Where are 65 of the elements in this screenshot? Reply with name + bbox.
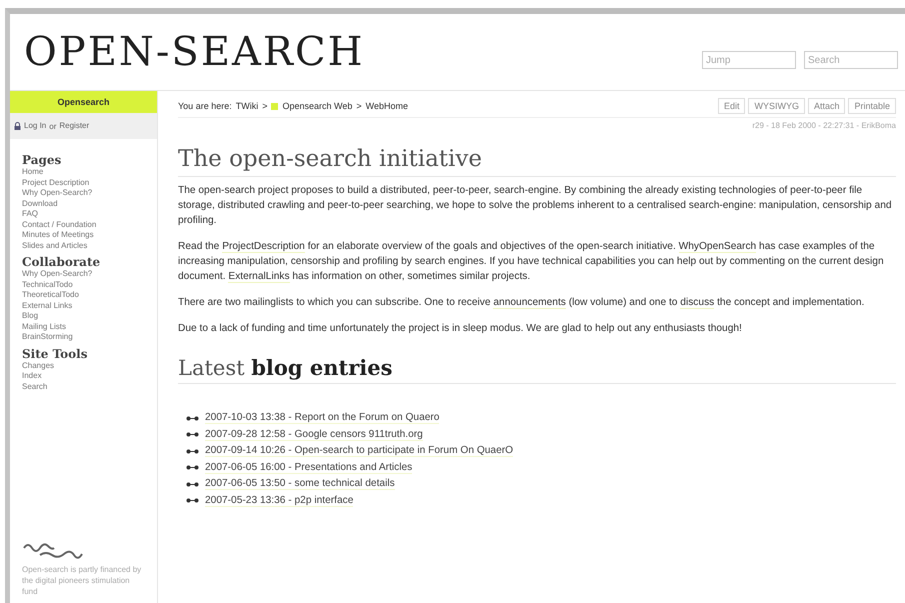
sidebar-link[interactable]: Mailing Lists — [22, 322, 147, 332]
breadcrumb-link[interactable]: TWiki — [236, 101, 258, 111]
section-heading: Latest blog entries — [178, 355, 896, 384]
search-field[interactable]: Search — [804, 51, 898, 69]
blog-entry-link[interactable]: 2007-06-05 13:50 - some technical details — [205, 478, 395, 490]
paragraph: The open-search project proposes to build a distributed, peer-to-peer, search-engine. By combining the already existing technologies of peer-to-peer file storage, distributed crawling and peer-to-peer searching, we hope to solve the problems inherent to a centralised search-engine: manipulation, censorship and profiling. — [178, 184, 893, 228]
blog-entry-link[interactable]: 2007-09-28 12:58 - Google censors 911truth.org — [205, 428, 423, 441]
paragraph: There are two mailinglists to which you can subscribe. One to receive announcements (low volume) and one to discuss the concept and implementation. — [178, 296, 866, 310]
wiki-link[interactable]: announcements — [493, 297, 566, 309]
wiki-link[interactable]: ProjectDescription — [222, 241, 305, 253]
sidebar-link[interactable]: External Links — [22, 300, 147, 311]
blog-entry-link[interactable]: 2007-06-05 16:00 - Presentations and Articles — [205, 462, 412, 474]
double-dot-bullet-icon — [186, 416, 199, 421]
sidebar-section-title: Site Tools — [22, 346, 88, 360]
sidebar-link[interactable]: Slides and Articles — [22, 240, 147, 251]
lock-icon — [14, 122, 21, 130]
log-in-link[interactable]: Log In — [24, 120, 46, 132]
blog-entry-link[interactable]: 2007-09-14 10:26 - Open-search to participate in Forum On QuaerO — [205, 445, 514, 458]
sidebar-link[interactable]: Contact / Foundation — [22, 220, 147, 230]
sidebar-section-title: Pages — [22, 153, 62, 167]
sidebar-link[interactable]: Search — [22, 382, 147, 392]
sidebar-link[interactable]: Project Description — [22, 178, 147, 188]
double-dot-bullet-icon — [186, 482, 199, 487]
jump-field[interactable]: Jump — [702, 51, 796, 69]
double-dot-bullet-icon — [186, 432, 199, 438]
wiki-link[interactable]: discuss — [680, 297, 714, 309]
or-text: or — [49, 122, 56, 130]
sidebar-link[interactable]: Home — [22, 167, 147, 178]
sidebar-link[interactable]: Why Open-Search? — [22, 269, 147, 280]
action-tab[interactable]: Printable — [848, 98, 896, 114]
sidebar-link[interactable]: Blog — [22, 311, 147, 322]
breadcrumb-link[interactable]: WebHome — [366, 101, 408, 111]
sponsor-note: Open-search is partly financed by the digital pioneers stimulation fund — [22, 564, 142, 597]
action-tab[interactable]: Attach — [808, 98, 846, 114]
web-color-square-icon — [271, 102, 278, 110]
double-dot-bullet-icon — [186, 465, 199, 470]
sidebar-link[interactable]: TechnicalTodo — [22, 280, 147, 290]
breadcrumb-link[interactable]: Opensearch Web — [282, 101, 352, 111]
site-logo[interactable]: OPEN-SEARCH — [24, 29, 365, 75]
sidebar-link[interactable]: Minutes of Meetings — [22, 230, 147, 240]
wiki-link[interactable]: WhyOpenSearch — [678, 241, 756, 253]
revision-info: r29 - 18 Feb 2000 - 22:27:31 - ErikBoma — [752, 121, 896, 130]
register-link[interactable]: Register — [59, 120, 90, 132]
page-title: The open-search initiative — [178, 146, 896, 177]
sidebar-link[interactable]: Index — [22, 371, 147, 382]
sidebar-link[interactable]: BrainStorming — [22, 332, 147, 342]
breadcrumb-separator: > — [356, 101, 362, 111]
breadcrumb-prefix: You are here: — [178, 101, 232, 111]
action-tab[interactable]: Edit — [718, 98, 746, 114]
paragraph: Due to a lack of funding and time unfortunately the project is in sleep modus. We are glad to help out any enthusiasts though! — [178, 322, 743, 336]
sidebar-section-title: Collaborate — [22, 255, 102, 269]
double-dot-bullet-icon — [186, 448, 199, 454]
blog-entry-link[interactable]: 2007-10-03 13:38 - Report on the Forum on Quaero — [205, 412, 440, 424]
paragraph: Read the ProjectDescription for an elaborate overview of the goals and objectives of the open-search initiative. WhyOpenSearch has case examples of the increasing manipulation, censorship and profiling by search engines. If you have technical capabilities you can help out by commenting on the current design document. ExternalLinks has information on other, sometimes similar projects. — [178, 240, 885, 284]
sidebar-link[interactable]: FAQ — [22, 209, 147, 220]
sidebar-link[interactable]: Why Open-Search? — [22, 188, 147, 198]
action-tab[interactable]: WYSIWYG — [748, 98, 805, 114]
sidebar-link[interactable]: Download — [22, 198, 147, 209]
sidebar-link[interactable]: Changes — [22, 360, 147, 371]
sidebar-link[interactable]: TheoreticalTodo — [22, 290, 147, 300]
web-title: Opensearch — [10, 91, 157, 113]
breadcrumb-separator: > — [262, 101, 268, 111]
double-dot-bullet-icon — [186, 498, 199, 504]
wiki-link[interactable]: ExternalLinks — [228, 271, 290, 283]
blog-entry-link[interactable]: 2007-05-23 13:36 - p2p interface — [205, 494, 354, 507]
